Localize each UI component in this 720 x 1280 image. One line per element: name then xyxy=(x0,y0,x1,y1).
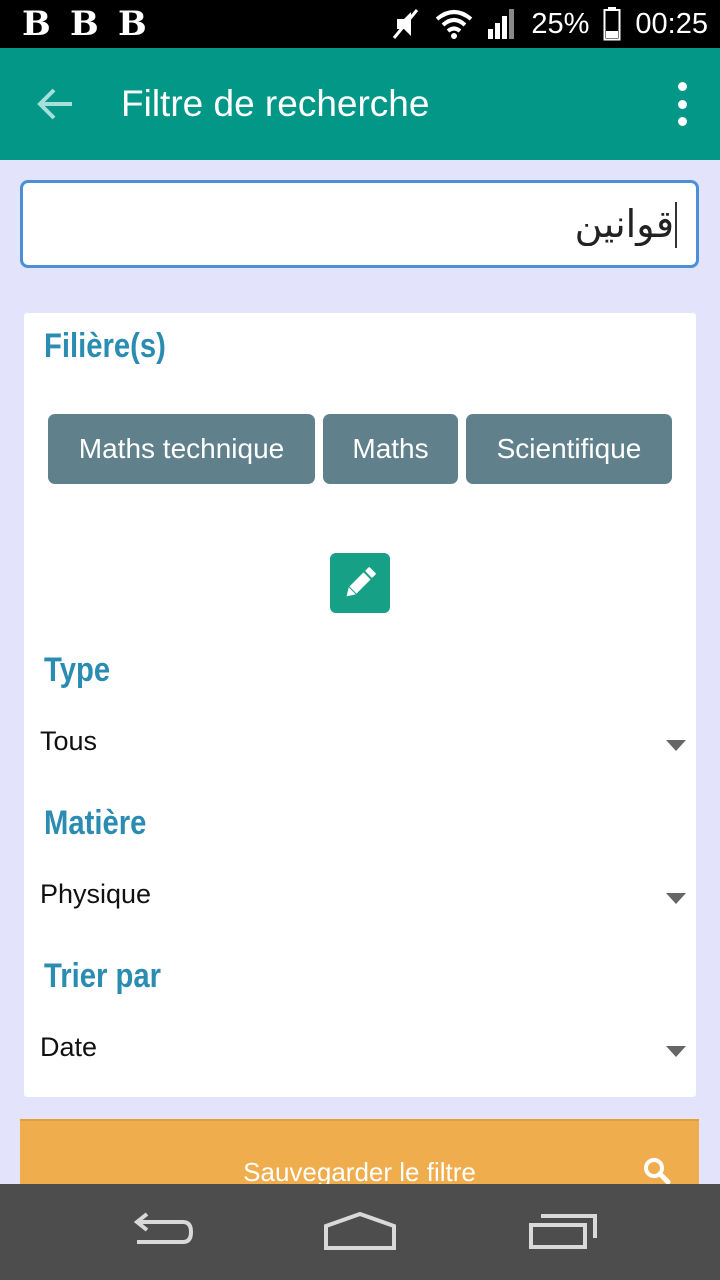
search-input[interactable] xyxy=(23,183,696,265)
more-vert-icon-dot xyxy=(677,117,687,126)
wifi-icon xyxy=(435,9,473,39)
dropdown-arrow-icon xyxy=(666,893,686,904)
back-icon xyxy=(133,1212,194,1244)
muted-icon xyxy=(391,7,421,41)
type-title: Type xyxy=(44,651,111,689)
battery-percent: 25% xyxy=(531,7,590,40)
home-icon xyxy=(324,1212,396,1250)
chip-maths-technique[interactable]: Maths technique xyxy=(48,414,315,484)
notification-b-icon: B xyxy=(70,4,99,44)
edit-filieres-button[interactable] xyxy=(330,553,390,613)
text-cursor xyxy=(675,202,677,248)
overflow-menu-button[interactable] xyxy=(670,82,694,126)
search-icon xyxy=(644,1158,671,1185)
notification-b-icon: B xyxy=(22,4,51,44)
search-field[interactable] xyxy=(20,180,699,268)
sort-title: Trier par xyxy=(44,957,162,995)
filieres-title: Filière(s) xyxy=(44,327,166,365)
chip-maths[interactable]: Maths xyxy=(323,414,458,484)
type-value: Tous xyxy=(40,726,98,756)
recent-apps-icon xyxy=(529,1214,597,1249)
nav-home-button[interactable] xyxy=(315,1202,405,1262)
dropdown-arrow-icon xyxy=(666,1046,686,1057)
signal-icon xyxy=(487,9,517,39)
more-vert-icon-dot xyxy=(677,99,687,109)
more-vert-icon xyxy=(677,82,687,91)
page-title: Filtre de recherche xyxy=(121,83,430,124)
battery-icon xyxy=(603,7,621,41)
matiere-select[interactable]: Physique xyxy=(24,869,696,925)
notification-b-icon: B xyxy=(118,4,147,44)
nav-back-button[interactable] xyxy=(115,1202,205,1262)
pencil-icon xyxy=(346,567,376,597)
sort-select[interactable]: Date xyxy=(24,1022,696,1078)
filter-card: Filière(s) Maths technique Maths Scienti… xyxy=(24,313,696,1097)
matiere-title: Matière xyxy=(44,804,147,842)
clock: 00:25 xyxy=(635,7,708,40)
dropdown-arrow-icon xyxy=(666,740,686,751)
sort-value: Date xyxy=(40,1032,98,1062)
matiere-value: Physique xyxy=(40,879,152,909)
status-bar: B B B 25% 00:25 xyxy=(0,0,720,48)
back-button[interactable] xyxy=(30,78,82,130)
nav-recents-button[interactable] xyxy=(518,1202,608,1262)
type-select[interactable]: Tous xyxy=(24,716,696,772)
app-bar: Filtre de recherche xyxy=(0,48,720,160)
system-nav-bar xyxy=(0,1184,720,1280)
chip-scientifique[interactable]: Scientifique xyxy=(466,414,672,484)
arrow-left-icon xyxy=(37,88,72,120)
